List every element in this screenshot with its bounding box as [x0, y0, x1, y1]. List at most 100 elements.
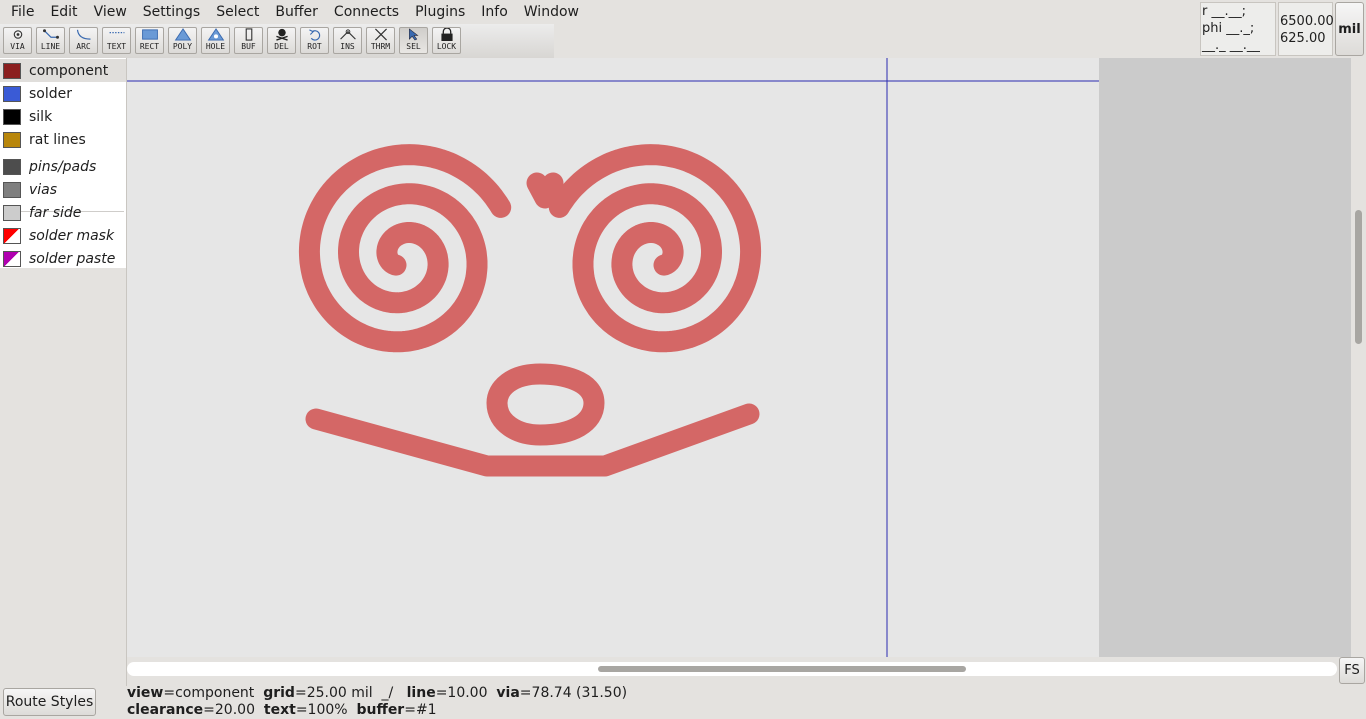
text-tool-button[interactable]: TEXT	[102, 27, 131, 54]
cursor-position-readout: 6500.00 625.00	[1278, 2, 1334, 56]
layer-list: component solder silk rat lines pins/pad…	[0, 58, 127, 268]
layer-color-swatch[interactable]	[3, 250, 21, 267]
status-buffer-key: buffer	[356, 702, 405, 718]
layer-solder-paste[interactable]: solder paste	[0, 247, 126, 270]
status-grid-value: 25.00 mil	[306, 685, 373, 701]
insert-point-tool-button[interactable]: INS	[333, 27, 362, 54]
layer-silk[interactable]: silk	[0, 105, 126, 128]
status-clearance-key: clearance	[127, 702, 204, 718]
right-spiral-trace[interactable]	[548, 144, 762, 353]
status-line-key: line	[406, 685, 436, 701]
route-styles-button[interactable]: Route Styles	[3, 688, 96, 716]
tool-label: POLY	[172, 42, 193, 51]
layer-solder[interactable]: solder	[0, 82, 126, 105]
tool-label: RECT	[139, 42, 160, 51]
polygon-tool-button[interactable]: POLY	[168, 27, 197, 54]
via-icon	[13, 30, 22, 39]
status-text-key: text	[263, 702, 296, 718]
hole-tool-button[interactable]: HOLE	[201, 27, 230, 54]
lock-tool-button[interactable]: LOCK	[432, 27, 461, 54]
layer-color-swatch[interactable]	[3, 227, 21, 244]
thermal-tool-icon	[374, 28, 387, 41]
menu-buffer[interactable]: Buffer	[267, 0, 326, 24]
rectangle-tool-button[interactable]: RECT	[135, 27, 164, 54]
polar-phi-value: phi __._;	[1202, 21, 1255, 36]
rotate-tool-button[interactable]: ROT	[300, 27, 329, 54]
layer-vias[interactable]: vias	[0, 178, 126, 201]
tool-label: TEXT	[106, 42, 127, 51]
layer-pins-pads[interactable]: pins/pads	[0, 155, 126, 178]
menu-window[interactable]: Window	[516, 0, 587, 24]
pcb-canvas[interactable]	[127, 58, 1351, 657]
cursor-y-value: 625.00	[1280, 31, 1326, 46]
heart-notch-trace[interactable]	[526, 172, 564, 209]
arc-tool-button[interactable]: ARC	[69, 27, 98, 54]
layer-color-swatch[interactable]	[3, 85, 21, 102]
menu-edit[interactable]: Edit	[42, 0, 85, 24]
menu-plugins[interactable]: Plugins	[407, 0, 473, 24]
tool-label: INS	[340, 42, 355, 51]
via-tool-button[interactable]: VIA	[3, 27, 32, 54]
layer-label: far side	[29, 204, 82, 221]
buffer-tool-icon	[245, 28, 252, 41]
menu-bar: File Edit View Settings Select Buffer Co…	[0, 0, 1203, 24]
polar-r-value: r __.__;	[1202, 4, 1246, 19]
tool-label: LINE	[40, 42, 61, 51]
tool-label: BUF	[241, 42, 256, 51]
board-drawing	[127, 58, 1099, 657]
horizontal-scrollbar[interactable]	[127, 657, 1337, 684]
polar-readout: r __.__; phi __._; __._ __.__	[1200, 2, 1276, 56]
layer-component[interactable]: component	[0, 59, 126, 82]
vertical-scrollbar[interactable]	[1351, 58, 1366, 657]
status-view-key: view	[127, 685, 164, 701]
menu-file[interactable]: File	[3, 0, 42, 24]
tool-label: HOLE	[205, 42, 226, 51]
vertical-scroll-thumb[interactable]	[1355, 210, 1362, 344]
rectangle-tool-icon	[141, 29, 158, 40]
status-text-value: 100%	[307, 702, 348, 718]
line-tool-icon	[42, 29, 59, 39]
horizontal-scroll-track[interactable]	[127, 662, 1337, 676]
layer-color-swatch[interactable]	[3, 204, 21, 221]
layer-color-swatch[interactable]	[3, 158, 21, 175]
polar-extra-value: __._ __.__	[1202, 38, 1260, 53]
select-arrow-icon	[408, 28, 419, 41]
menu-settings[interactable]: Settings	[135, 0, 208, 24]
insert-point-icon	[339, 29, 356, 40]
status-via-key: via	[496, 685, 520, 701]
layer-label: solder	[29, 85, 73, 102]
horizontal-scroll-thumb[interactable]	[598, 666, 966, 672]
menu-info[interactable]: Info	[473, 0, 516, 24]
status-line-value: 10.00	[447, 685, 488, 701]
polygon-tool-icon	[174, 28, 191, 41]
select-tool-button[interactable]: SEL	[399, 27, 428, 54]
tool-bar: VIA LINE ARC TEXT RECT POLY HOLE BUF DEL…	[0, 24, 554, 59]
layer-solder-mask[interactable]: solder mask	[0, 224, 126, 247]
menu-view[interactable]: View	[86, 0, 135, 24]
layer-color-swatch[interactable]	[3, 181, 21, 198]
thermal-tool-button[interactable]: THRM	[366, 27, 395, 54]
hole-tool-icon	[207, 28, 224, 41]
tool-label: SEL	[406, 42, 421, 51]
layer-color-swatch[interactable]	[3, 108, 21, 125]
layer-label: solder paste	[29, 250, 116, 267]
tool-label: LOCK	[436, 42, 457, 51]
buffer-tool-button[interactable]: BUF	[234, 27, 263, 54]
layer-far-side[interactable]: far side	[0, 201, 126, 224]
line-tool-button[interactable]: LINE	[36, 27, 65, 54]
layer-rat-lines[interactable]: rat lines	[0, 128, 126, 151]
tool-label: ARC	[76, 42, 91, 51]
nose-trace[interactable]	[486, 363, 605, 446]
status-line-mode: _/	[381, 685, 394, 701]
arc-tool-icon	[76, 29, 91, 40]
left-spiral-trace[interactable]	[298, 144, 512, 353]
delete-tool-button[interactable]: DEL	[267, 27, 296, 54]
coordinate-panel: r __.__; phi __._; __._ __.__ 6500.00 62…	[1200, 0, 1366, 58]
layer-label: pins/pads	[29, 158, 97, 175]
layer-color-swatch[interactable]	[3, 62, 21, 79]
units-toggle-button[interactable]: mil	[1335, 2, 1364, 56]
layer-color-swatch[interactable]	[3, 131, 21, 148]
menu-select[interactable]: Select	[208, 0, 267, 24]
menu-connects[interactable]: Connects	[326, 0, 407, 24]
fullscreen-button[interactable]: FS	[1339, 657, 1365, 684]
